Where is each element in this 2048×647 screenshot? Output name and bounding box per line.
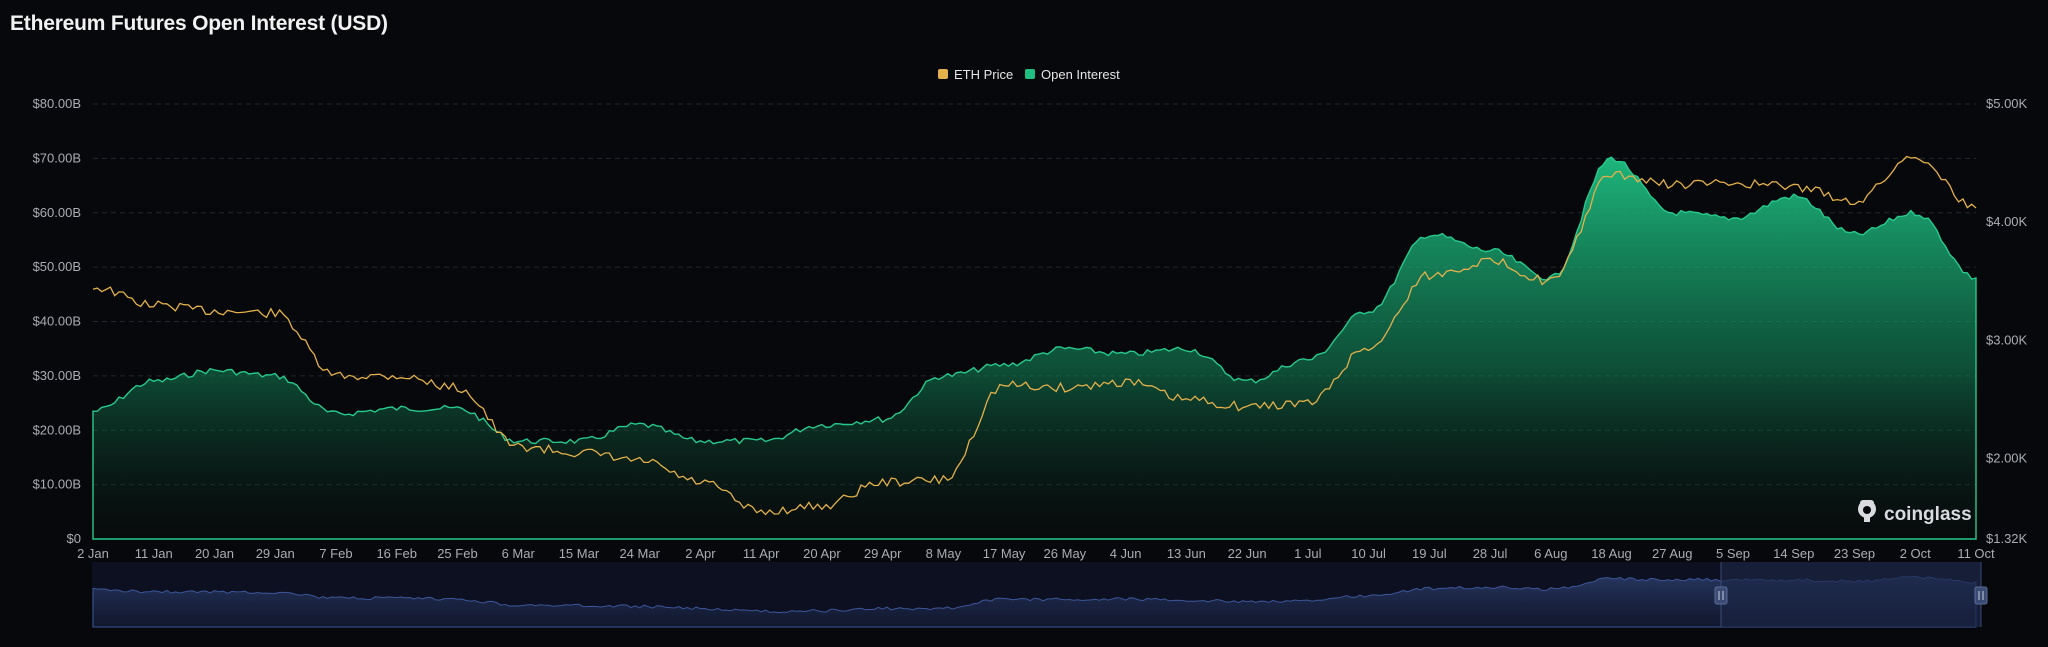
navigator-selected-range[interactable] bbox=[1721, 562, 1981, 627]
x-tick-label: 28 Jul bbox=[1473, 546, 1508, 561]
open-interest-series bbox=[92, 156, 1977, 540]
y-left-tick-label: $70.00B bbox=[33, 150, 81, 165]
x-tick-label: 10 Jul bbox=[1351, 546, 1386, 561]
x-tick-label: 14 Sep bbox=[1773, 546, 1814, 561]
x-tick-label: 2 Apr bbox=[685, 546, 716, 561]
x-tick-label: 8 May bbox=[926, 546, 962, 561]
x-tick-label: 2 Oct bbox=[1900, 546, 1931, 561]
x-tick-label: 6 Aug bbox=[1534, 546, 1567, 561]
x-tick-label: 27 Aug bbox=[1652, 546, 1693, 561]
chart-svg: $0 $10.00B $20.00B $30.00B $40.00B $50.00B $60… bbox=[33, 67, 2028, 628]
x-tick-label: 6 Mar bbox=[502, 546, 536, 561]
x-tick-label: 29 Apr bbox=[864, 546, 902, 561]
legend-label-open-interest[interactable]: Open Interest bbox=[1041, 67, 1120, 82]
legend[interactable]: ETH Price Open Interest bbox=[938, 67, 1120, 82]
y-left-tick-label: $20.00B bbox=[33, 422, 81, 437]
navigator-left-handle[interactable] bbox=[1714, 586, 1728, 605]
range-navigator[interactable] bbox=[92, 562, 1988, 628]
x-tick-label: 29 Jan bbox=[256, 546, 295, 561]
x-tick-label: 24 Mar bbox=[619, 546, 660, 561]
x-tick-label: 18 Aug bbox=[1591, 546, 1632, 561]
x-tick-label: 17 May bbox=[983, 546, 1026, 561]
x-tick-label: 5 Sep bbox=[1716, 546, 1750, 561]
x-tick-label: 11 Jan bbox=[135, 546, 173, 561]
navigator-right-handle[interactable] bbox=[1974, 586, 1988, 605]
x-tick-label: 2 Jan bbox=[77, 546, 109, 561]
y-left-tick-label: $0 bbox=[67, 531, 81, 546]
y-left-tick-label: $40.00B bbox=[33, 314, 81, 329]
right-y-axis: $1.32K $2.00K $3.00K $4.00K $5.00K bbox=[1986, 96, 2028, 546]
y-left-tick-label: $60.00B bbox=[33, 205, 81, 220]
y-left-tick-label: $80.00B bbox=[33, 96, 81, 111]
legend-swatch-eth-price bbox=[938, 69, 948, 79]
y-left-tick-label: $10.00B bbox=[33, 477, 81, 492]
y-right-tick-label: $1.32K bbox=[1986, 531, 2028, 546]
left-y-axis: $0 $10.00B $20.00B $30.00B $40.00B $50.00B $60… bbox=[33, 96, 81, 546]
x-tick-label: 26 May bbox=[1044, 546, 1087, 561]
legend-swatch-open-interest bbox=[1025, 69, 1035, 79]
x-tick-label: 1 Jul bbox=[1294, 546, 1322, 561]
x-axis: 2 Jan 11 Jan 20 Jan 29 Jan 7 Feb 16 Feb 25 Feb… bbox=[77, 546, 1995, 561]
y-right-tick-label: $5.00K bbox=[1986, 96, 2028, 111]
x-tick-label: 20 Jan bbox=[195, 546, 234, 561]
legend-label-eth-price[interactable]: ETH Price bbox=[954, 67, 1013, 82]
x-tick-label: 23 Sep bbox=[1834, 546, 1875, 561]
x-tick-label: 4 Jun bbox=[1110, 546, 1142, 561]
x-tick-label: 7 Feb bbox=[319, 546, 352, 561]
x-tick-label: 25 Feb bbox=[437, 546, 477, 561]
y-right-tick-label: $2.00K bbox=[1986, 451, 2028, 466]
x-tick-label: 11 Oct bbox=[1957, 546, 1995, 561]
x-tick-label: 16 Feb bbox=[376, 546, 416, 561]
y-right-tick-label: $4.00K bbox=[1986, 214, 2028, 229]
y-left-tick-label: $30.00B bbox=[33, 368, 81, 383]
y-right-tick-label: $3.00K bbox=[1986, 332, 2028, 347]
open-interest-area bbox=[92, 156, 1977, 540]
x-tick-label: 11 Apr bbox=[743, 546, 780, 561]
x-tick-label: 13 Jun bbox=[1167, 546, 1206, 561]
x-tick-label: 19 Jul bbox=[1412, 546, 1447, 561]
x-tick-label: 20 Apr bbox=[803, 546, 841, 561]
x-tick-label: 22 Jun bbox=[1228, 546, 1267, 561]
y-left-tick-label: $50.00B bbox=[33, 259, 81, 274]
coinglass-wordmark: coinglass bbox=[1884, 504, 1972, 525]
x-tick-label: 15 Mar bbox=[559, 546, 600, 561]
